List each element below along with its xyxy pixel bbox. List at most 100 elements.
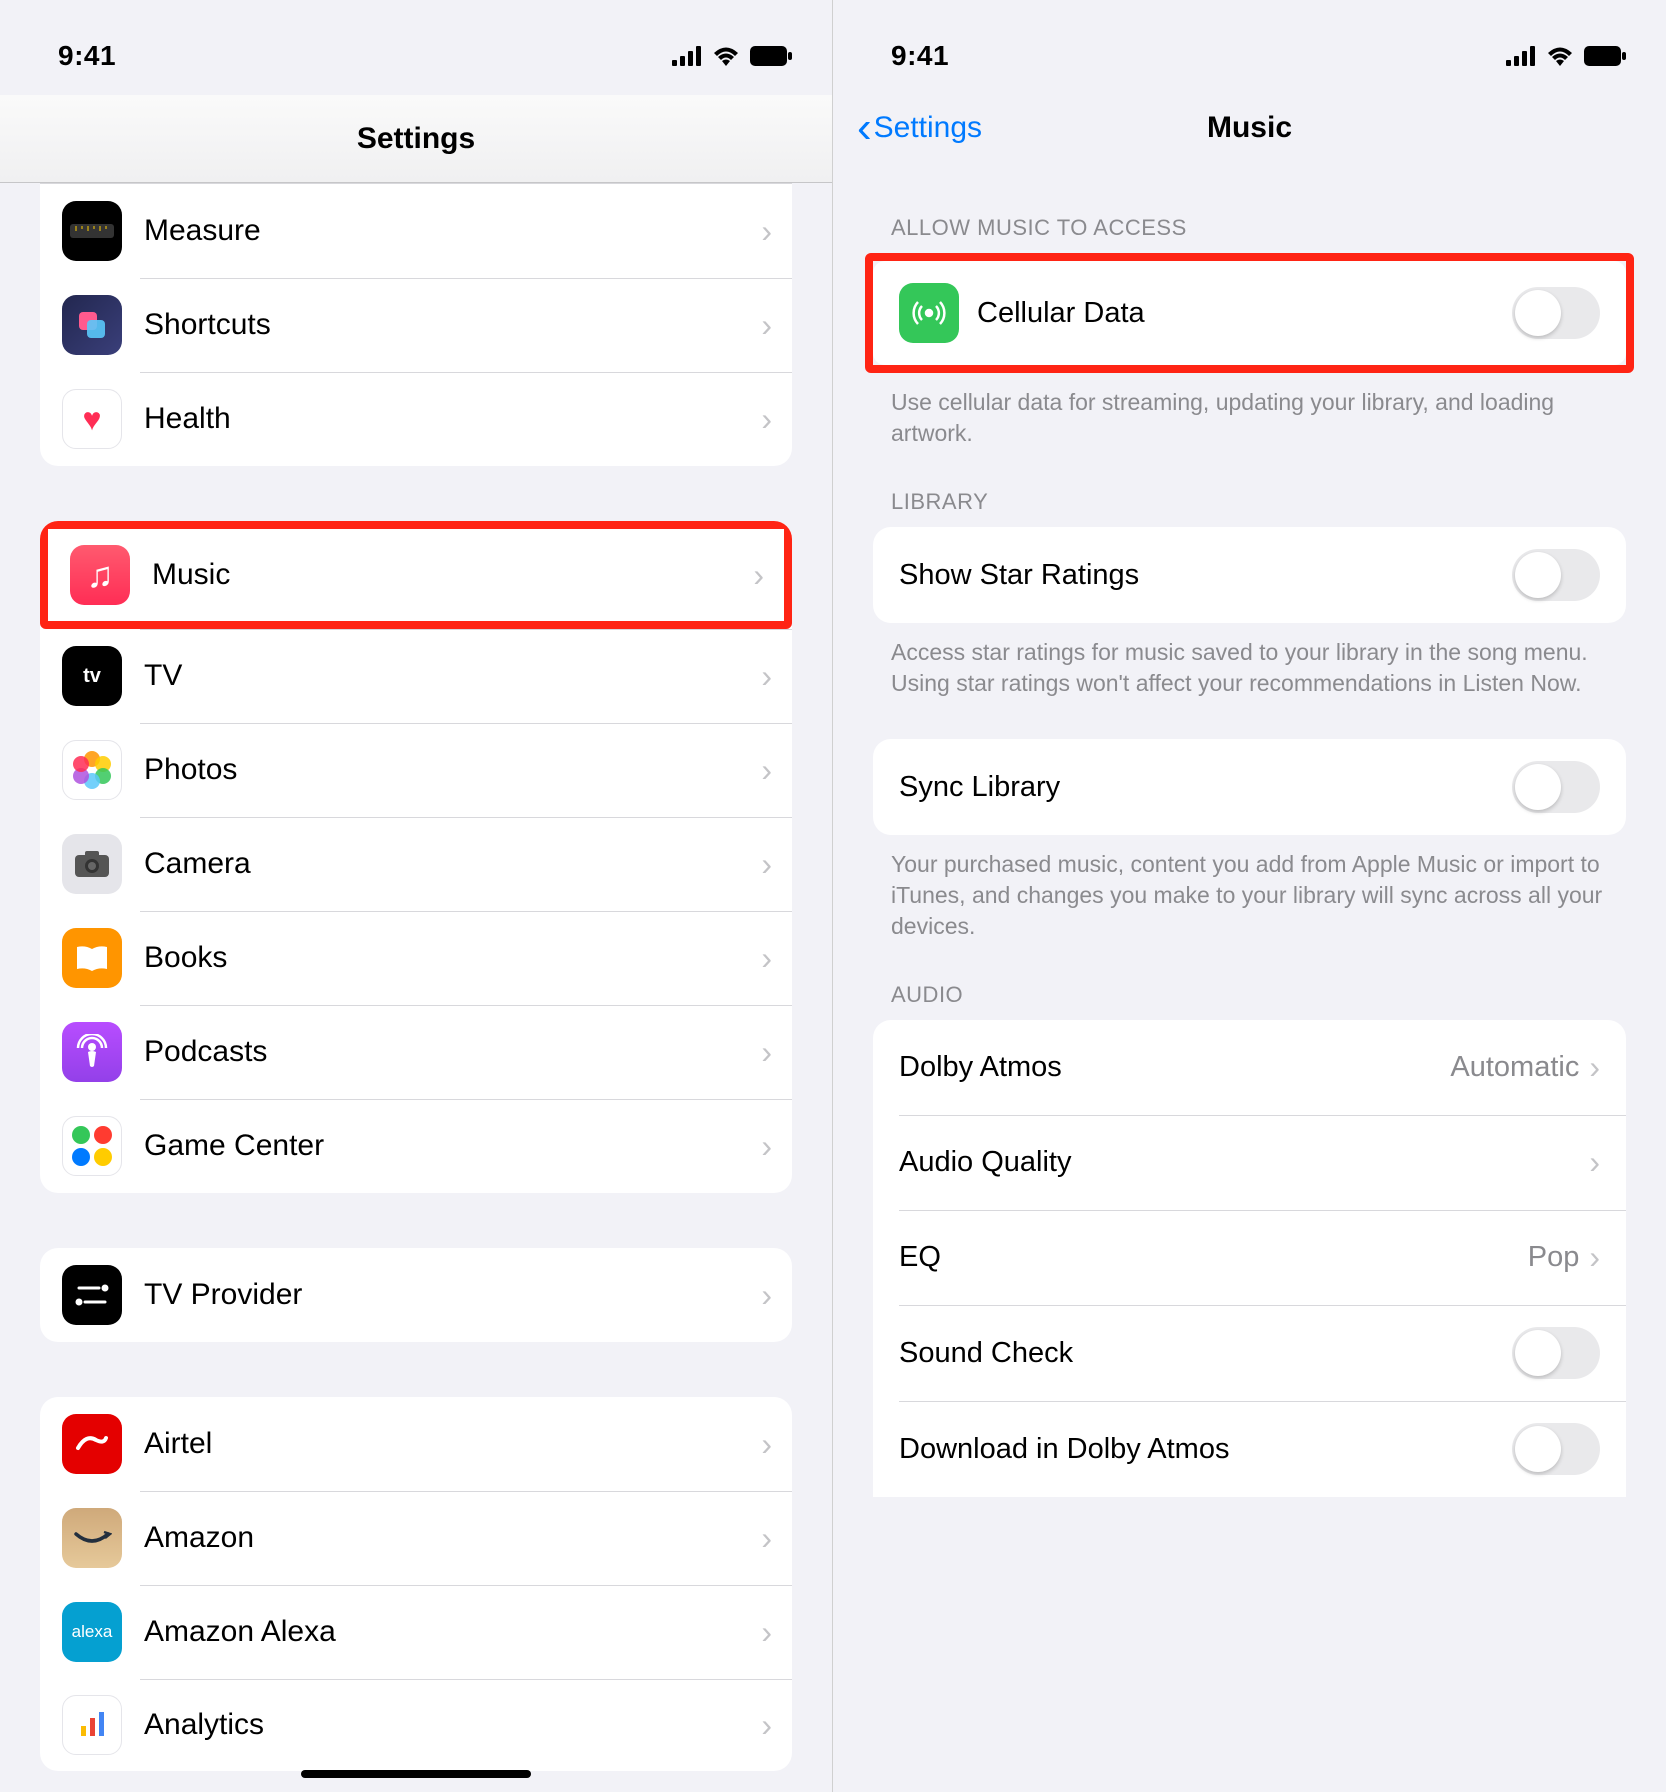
wifi-icon	[712, 46, 740, 66]
audio-group: Dolby Atmos Automatic › Audio Quality › …	[873, 1020, 1626, 1497]
right-phone: 9:41 ‹ Settings Music ALLOW MUSIC TO ACC…	[833, 0, 1666, 1792]
sync-toggle[interactable]	[1512, 761, 1600, 813]
back-button[interactable]: ‹ Settings	[857, 111, 982, 145]
photos-icon	[62, 740, 122, 800]
sync-library-row[interactable]: Sync Library	[873, 739, 1626, 835]
settings-row-tvprovider[interactable]: TV Provider ›	[40, 1248, 792, 1342]
settings-row-camera[interactable]: Camera ›	[40, 817, 792, 911]
status-icons	[1506, 46, 1626, 66]
settings-row-label: Airtel	[144, 1427, 761, 1461]
sync-footer: Your purchased music, content you add fr…	[891, 849, 1608, 942]
download-dolby-row[interactable]: Download in Dolby Atmos	[873, 1401, 1626, 1497]
dolby-label: Dolby Atmos	[899, 1051, 1450, 1084]
airtel-icon	[62, 1414, 122, 1474]
chevron-right-icon: ›	[761, 307, 772, 344]
left-phone: 9:41 Settings Measure › Shortcuts › ♥ He…	[0, 0, 833, 1792]
sound-check-label: Sound Check	[899, 1337, 1512, 1370]
star-group: Show Star Ratings	[873, 527, 1626, 623]
star-label: Show Star Ratings	[899, 559, 1512, 592]
sound-check-row[interactable]: Sound Check	[873, 1305, 1626, 1401]
settings-row-label: Analytics	[144, 1708, 761, 1742]
settings-row-label: Amazon Alexa	[144, 1615, 761, 1649]
dolby-row[interactable]: Dolby Atmos Automatic ›	[873, 1020, 1626, 1115]
chevron-right-icon: ›	[761, 1128, 772, 1165]
star-ratings-row[interactable]: Show Star Ratings	[873, 527, 1626, 623]
settings-row-label: Shortcuts	[144, 308, 761, 342]
measure-icon	[62, 201, 122, 261]
settings-row-label: Books	[144, 941, 761, 975]
chevron-right-icon: ›	[1589, 1239, 1600, 1276]
settings-row-label: Music	[152, 558, 753, 592]
camera-icon	[62, 834, 122, 894]
settings-row-shortcuts[interactable]: Shortcuts ›	[40, 278, 792, 372]
health-icon: ♥	[62, 389, 122, 449]
settings-row-books[interactable]: Books ›	[40, 911, 792, 1005]
cellular-data-row[interactable]: Cellular Data	[873, 261, 1626, 365]
gamecenter-icon	[62, 1116, 122, 1176]
settings-row-label: Podcasts	[144, 1035, 761, 1069]
chevron-right-icon: ›	[761, 1614, 772, 1651]
status-icons	[672, 46, 792, 66]
settings-row-gamecenter[interactable]: Game Center ›	[40, 1099, 792, 1193]
section-header-access: ALLOW MUSIC TO ACCESS	[891, 215, 1608, 241]
section-header-audio: AUDIO	[891, 982, 1608, 1008]
star-footer: Access star ratings for music saved to y…	[891, 637, 1608, 699]
eq-value: Pop	[1528, 1241, 1580, 1274]
settings-row-alexa[interactable]: alexa Amazon Alexa ›	[40, 1585, 792, 1679]
settings-row-airtel[interactable]: Airtel ›	[40, 1397, 792, 1491]
settings-header: Settings	[0, 95, 832, 183]
analytics-icon	[62, 1695, 122, 1755]
chevron-right-icon: ›	[1589, 1144, 1600, 1181]
settings-group-3: TV Provider ›	[40, 1248, 792, 1342]
chevron-right-icon: ›	[761, 1034, 772, 1071]
sound-check-toggle[interactable]	[1512, 1327, 1600, 1379]
status-bar: 9:41	[0, 0, 832, 95]
back-label: Settings	[874, 111, 982, 145]
amazon-icon	[62, 1508, 122, 1568]
cellular-toggle[interactable]	[1512, 287, 1600, 339]
status-time: 9:41	[58, 40, 116, 72]
music-icon: ♫	[70, 545, 130, 605]
eq-row[interactable]: EQ Pop ›	[873, 1210, 1626, 1305]
settings-row-analytics[interactable]: Analytics ›	[40, 1679, 792, 1771]
settings-group-2: ♫ Music › tv TV › Photos › Camera › B	[40, 521, 792, 1193]
chevron-right-icon: ›	[761, 846, 772, 883]
settings-group-4: Airtel › Amazon › alexa Amazon Alexa › A…	[40, 1397, 792, 1771]
settings-row-amazon[interactable]: Amazon ›	[40, 1491, 792, 1585]
settings-row-photos[interactable]: Photos ›	[40, 723, 792, 817]
battery-icon	[1584, 46, 1626, 66]
settings-row-measure[interactable]: Measure ›	[40, 184, 792, 278]
status-bar: 9:41	[833, 0, 1666, 95]
star-toggle[interactable]	[1512, 549, 1600, 601]
chevron-left-icon: ‹	[857, 117, 872, 139]
music-title: Music	[1207, 111, 1292, 145]
tv-icon: tv	[62, 646, 122, 706]
dolby-value: Automatic	[1450, 1051, 1579, 1084]
download-dolby-toggle[interactable]	[1512, 1423, 1600, 1475]
wifi-icon	[1546, 46, 1574, 66]
settings-row-podcasts[interactable]: Podcasts ›	[40, 1005, 792, 1099]
settings-row-health[interactable]: ♥ Health ›	[40, 372, 792, 466]
settings-row-music[interactable]: ♫ Music ›	[40, 521, 792, 629]
settings-row-label: Game Center	[144, 1129, 761, 1163]
alexa-icon: alexa	[62, 1602, 122, 1662]
music-nav-bar: ‹ Settings Music	[833, 95, 1666, 175]
chevron-right-icon: ›	[761, 1707, 772, 1744]
cellular-signal-icon	[672, 46, 702, 66]
sync-label: Sync Library	[899, 771, 1512, 804]
eq-label: EQ	[899, 1241, 1528, 1274]
settings-row-label: Measure	[144, 214, 761, 248]
chevron-right-icon: ›	[761, 752, 772, 789]
chevron-right-icon: ›	[761, 1277, 772, 1314]
cellular-label: Cellular Data	[977, 297, 1512, 330]
chevron-right-icon: ›	[761, 1426, 772, 1463]
settings-row-label: Amazon	[144, 1521, 761, 1555]
battery-icon	[750, 46, 792, 66]
chevron-right-icon: ›	[761, 658, 772, 695]
shortcuts-icon	[62, 295, 122, 355]
podcasts-icon	[62, 1022, 122, 1082]
sync-group: Sync Library	[873, 739, 1626, 835]
audio-quality-row[interactable]: Audio Quality ›	[873, 1115, 1626, 1210]
settings-row-tv[interactable]: tv TV ›	[40, 629, 792, 723]
chevron-right-icon: ›	[761, 1520, 772, 1557]
